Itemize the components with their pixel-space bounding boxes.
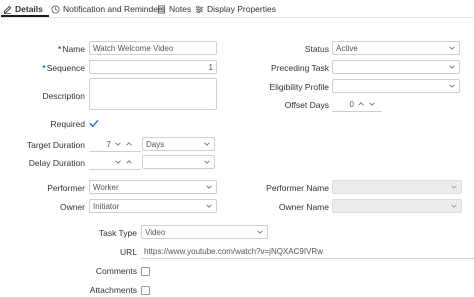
active-tab-indicator [1, 15, 49, 17]
chevron-up-icon[interactable] [354, 100, 365, 108]
tab-notification-and-reminders[interactable]: Notification and Reminders [51, 2, 165, 16]
chevron-up-icon[interactable] [122, 158, 133, 166]
chevron-down-icon[interactable] [111, 140, 122, 148]
chevron-down-icon [448, 63, 456, 71]
chevron-down-icon [205, 202, 213, 210]
pencil-icon [3, 5, 12, 14]
chevron-down-icon[interactable] [365, 100, 376, 108]
chevron-down-icon [450, 183, 458, 191]
delay-duration-label: Delay Duration [28, 158, 85, 168]
target-duration-stepper[interactable]: 7 [89, 137, 141, 151]
chevron-down-icon [203, 158, 211, 166]
chevron-down-icon[interactable] [111, 158, 122, 166]
chevron-down-icon [203, 140, 211, 148]
sequence-label: *Sequence [42, 63, 85, 73]
stepper-underline [332, 111, 382, 112]
eligibility-profile-select[interactable] [332, 79, 460, 93]
target-duration-unit-select[interactable]: Days [142, 137, 215, 151]
chevron-down-icon [205, 183, 213, 191]
preceding-task-label: Preceding Task [271, 63, 329, 73]
attachments-checkbox[interactable] [141, 286, 150, 295]
stepper-underline [89, 151, 141, 152]
chevron-down-icon [256, 228, 264, 236]
task-type-select[interactable]: Video [141, 225, 268, 239]
tab-label: Notification and Reminders [63, 4, 166, 14]
owner-name-select[interactable] [332, 199, 462, 213]
delay-duration-unit-select[interactable] [142, 155, 215, 169]
comments-checkbox[interactable] [141, 267, 150, 276]
url-input[interactable]: https://www.youtube.com/watch?v=jNQXAC9I… [144, 247, 323, 256]
eligibility-profile-label: Eligibility Profile [269, 82, 329, 92]
required-label: Required [50, 119, 86, 129]
tab-details[interactable]: Details [3, 2, 43, 16]
performer-label: Performer [47, 183, 85, 193]
tab-label: Display Properties [207, 4, 276, 14]
checkmark-icon [89, 119, 99, 128]
performer-name-select[interactable] [332, 180, 462, 194]
required-asterisk: * [42, 63, 46, 73]
required-asterisk: * [58, 44, 62, 54]
tab-label: Notes [169, 4, 192, 14]
offset-days-stepper[interactable]: 0 [332, 97, 382, 111]
tab-bar: Details Notification and Reminders Notes… [0, 0, 474, 18]
notes-icon [157, 4, 166, 14]
description-textarea[interactable] [89, 78, 217, 110]
performer-select[interactable]: Worker [89, 180, 217, 194]
required-checkbox[interactable] [89, 119, 99, 130]
tab-notes[interactable]: Notes [157, 2, 191, 16]
url-underline [141, 258, 474, 259]
owner-select[interactable]: Initiator [89, 199, 217, 213]
name-input[interactable]: Watch Welcome Video [89, 41, 217, 55]
description-label: Description [42, 91, 85, 101]
chevron-up-icon[interactable] [122, 140, 133, 148]
status-label: Status [304, 44, 329, 54]
sequence-input[interactable]: 1 [89, 60, 217, 74]
owner-label: Owner [59, 202, 85, 212]
tab-display-properties[interactable]: Display Properties [195, 2, 276, 16]
name-label: *Name [58, 44, 85, 54]
preceding-task-select[interactable] [332, 60, 460, 74]
tab-label: Details [15, 4, 43, 14]
target-duration-label: Target Duration [26, 140, 85, 150]
chevron-down-icon [448, 82, 456, 90]
attachments-label: Attachments [89, 285, 137, 295]
chevron-down-icon [450, 202, 458, 210]
sliders-icon [195, 5, 204, 14]
task-type-label: Task Type [98, 228, 137, 238]
url-label: URL [119, 247, 137, 257]
owner-name-label: Owner Name [278, 202, 329, 212]
offset-days-label: Offset Days [284, 100, 329, 110]
performer-name-label: Performer Name [266, 183, 329, 193]
delay-duration-stepper[interactable] [89, 155, 141, 169]
status-select[interactable]: Active [332, 41, 460, 55]
chevron-down-icon [448, 44, 456, 52]
comments-label: Comments [95, 266, 137, 276]
stepper-underline [89, 169, 141, 170]
clock-icon [51, 4, 60, 14]
